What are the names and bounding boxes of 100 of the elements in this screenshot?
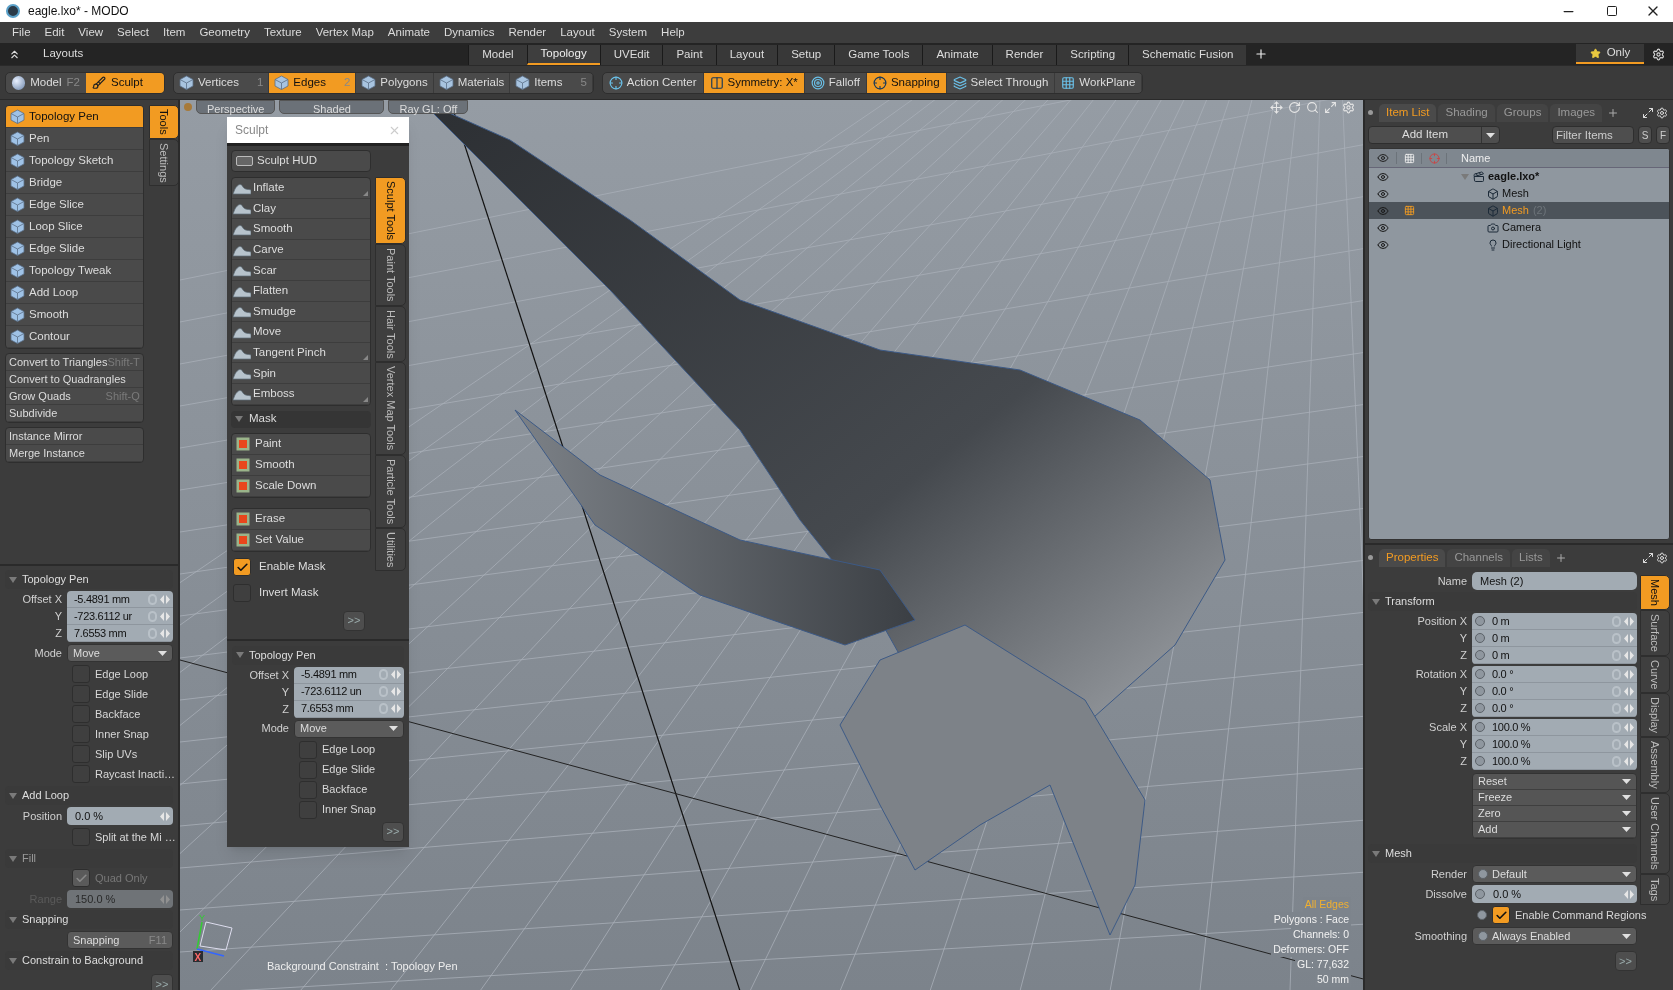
value-input[interactable]: 0 m xyxy=(1488,646,1609,664)
menu-item[interactable]: Vertex Map xyxy=(308,23,381,42)
menu-dropdown[interactable]: Reset xyxy=(1473,774,1636,790)
value-input[interactable]: 0.0 ° xyxy=(1488,699,1609,717)
number-field[interactable]: 0.0 % xyxy=(1472,885,1637,903)
command-button[interactable]: Subdivide xyxy=(6,405,143,422)
sculpt-tool-button[interactable]: Carve xyxy=(232,239,370,261)
side-tab[interactable]: Particle Tools xyxy=(375,454,406,528)
toolbar-toggle[interactable]: WorkPlane xyxy=(1055,72,1143,93)
panel-tab[interactable]: Images xyxy=(1550,104,1603,122)
stepper-arrows-icon[interactable] xyxy=(1623,686,1634,696)
sculpt-hud-button[interactable]: Sculpt HUD xyxy=(231,150,371,172)
eye-icon[interactable] xyxy=(1377,204,1389,217)
panel-tab[interactable]: Shading xyxy=(1438,104,1495,122)
toolbar-toggle[interactable]: Symmetry: X* xyxy=(703,72,805,93)
sculpt-tool-button[interactable]: Smudge xyxy=(232,301,370,323)
menu-item[interactable]: Geometry xyxy=(192,23,257,42)
tool-button[interactable]: Topology Sketch xyxy=(6,150,143,172)
tool-button[interactable]: Topology Tweak xyxy=(6,260,143,282)
more-button[interactable]: >> xyxy=(382,821,404,842)
tree-row[interactable]: Camera xyxy=(1369,219,1669,236)
menu-item[interactable]: File xyxy=(5,23,38,42)
dropdown[interactable]: Always Enabled xyxy=(1472,927,1637,945)
maximize-icon[interactable] xyxy=(1606,5,1618,17)
viewport-option-tab[interactable]: Ray GL: Off xyxy=(388,100,469,114)
layout-tab[interactable]: UVEdit xyxy=(599,45,663,65)
stepper-arrows-icon[interactable] xyxy=(1623,616,1634,626)
tool-button[interactable]: Add Loop xyxy=(6,282,143,304)
stepper-arrows-icon[interactable] xyxy=(160,894,170,904)
tool-button[interactable]: Loop Slice xyxy=(6,216,143,238)
menu-dropdown[interactable]: Zero xyxy=(1473,806,1636,822)
filter-field[interactable]: Filter Items xyxy=(1552,126,1634,144)
stepper-arrows-icon[interactable] xyxy=(1623,703,1634,713)
side-tab[interactable]: Display xyxy=(1639,693,1670,738)
stepper-arrows-icon[interactable] xyxy=(391,687,401,697)
filter-toggle[interactable]: F xyxy=(1656,126,1670,144)
number-field[interactable]: 0.0 % xyxy=(67,807,173,825)
side-tab[interactable]: Paint Tools xyxy=(375,244,406,306)
stepper-arrows-icon[interactable] xyxy=(1623,669,1634,679)
tool-button[interactable]: Contour xyxy=(6,326,143,348)
toolbar-toggle[interactable]: Select Through xyxy=(946,72,1056,93)
value-input[interactable]: 7.6553 mm xyxy=(297,700,376,717)
side-tab[interactable]: Assembly xyxy=(1639,737,1670,793)
grid-icon[interactable] xyxy=(1403,152,1415,164)
add-tab-icon[interactable] xyxy=(1554,552,1567,564)
mask-action-button[interactable]: Set Value xyxy=(232,529,370,551)
settings-icon[interactable] xyxy=(1656,107,1668,119)
command-button[interactable]: Convert to Quadrangles xyxy=(6,371,143,388)
layout-tab[interactable]: Animate xyxy=(922,45,992,65)
layout-tab[interactable]: Model xyxy=(468,45,527,65)
value-input[interactable]: -723.6112 un xyxy=(297,683,376,700)
menu-dropdown[interactable]: Freeze xyxy=(1473,790,1636,806)
viewport-option-tab[interactable]: Perspective xyxy=(196,100,276,114)
sculpt-tool-button[interactable]: Inflate xyxy=(232,178,370,199)
tool-button[interactable]: Edge Slide xyxy=(6,238,143,260)
sculpt-tool-button[interactable]: Move xyxy=(232,322,370,343)
value-input[interactable]: 100.0 % xyxy=(1488,719,1609,736)
tree-row[interactable]: Directional Light xyxy=(1369,236,1669,253)
panel-tab[interactable]: Channels xyxy=(1447,549,1510,567)
tool-button[interactable]: Pen xyxy=(6,128,143,150)
checkbox[interactable] xyxy=(233,558,251,577)
tool-button[interactable]: Topology Pen xyxy=(6,106,143,128)
value-input[interactable]: 0.0 ° xyxy=(1488,666,1609,683)
side-tab[interactable]: Sculpt Tools xyxy=(375,177,406,245)
mask-tool-button[interactable]: Paint xyxy=(232,433,370,455)
checkbox[interactable] xyxy=(1492,906,1510,924)
filter-toggle[interactable]: S xyxy=(1638,126,1652,144)
menu-item[interactable]: Animate xyxy=(380,23,437,42)
layout-tab[interactable]: Paint xyxy=(662,45,716,65)
dropdown[interactable]: Move xyxy=(67,644,173,662)
settings-icon[interactable] xyxy=(1652,47,1665,61)
menu-item[interactable]: Item xyxy=(156,23,193,42)
selection-mode-button[interactable]: Materials xyxy=(433,72,511,93)
mask-tool-button[interactable]: Smooth xyxy=(232,454,370,476)
sculpt-tool-button[interactable]: Clay xyxy=(232,198,370,220)
command-button[interactable]: Convert to TrianglesShift-T xyxy=(6,354,143,371)
panel-tab[interactable]: Groups xyxy=(1496,104,1549,122)
add-item-button[interactable]: Add Item xyxy=(1368,126,1500,144)
panel-tab[interactable]: Item List xyxy=(1379,104,1437,122)
layout-tab[interactable]: Game Tools xyxy=(834,45,923,65)
selection-mode-button[interactable]: Vertices 1 xyxy=(174,72,270,93)
layout-tab[interactable]: Layout xyxy=(715,45,778,65)
maximize-icon[interactable] xyxy=(1642,107,1654,119)
tool-button[interactable]: Edge Slice xyxy=(6,194,143,216)
side-tab[interactable]: Tags xyxy=(1639,873,1670,905)
eye-icon[interactable] xyxy=(1377,221,1389,234)
eye-icon[interactable] xyxy=(1377,238,1389,251)
stepper-arrows-icon[interactable] xyxy=(160,594,170,604)
value-input[interactable]: 0 m xyxy=(1488,613,1609,630)
eye-icon[interactable] xyxy=(1377,170,1389,183)
stepper-arrows-icon[interactable] xyxy=(391,670,401,680)
sculpt-tool-button[interactable]: Tangent Pinch xyxy=(232,342,370,364)
dropdown[interactable]: Move xyxy=(294,719,404,738)
toolbar-toggle[interactable]: Falloff xyxy=(804,72,867,93)
stepper-arrows-icon[interactable] xyxy=(160,811,170,821)
more-button[interactable]: >> xyxy=(151,974,173,990)
panel-tab[interactable]: Properties xyxy=(1379,549,1446,567)
sculpt-tool-button[interactable]: Spin xyxy=(232,363,370,384)
side-tab[interactable]: User Channels xyxy=(1639,792,1670,874)
stepper-arrows-icon[interactable] xyxy=(1623,633,1634,643)
